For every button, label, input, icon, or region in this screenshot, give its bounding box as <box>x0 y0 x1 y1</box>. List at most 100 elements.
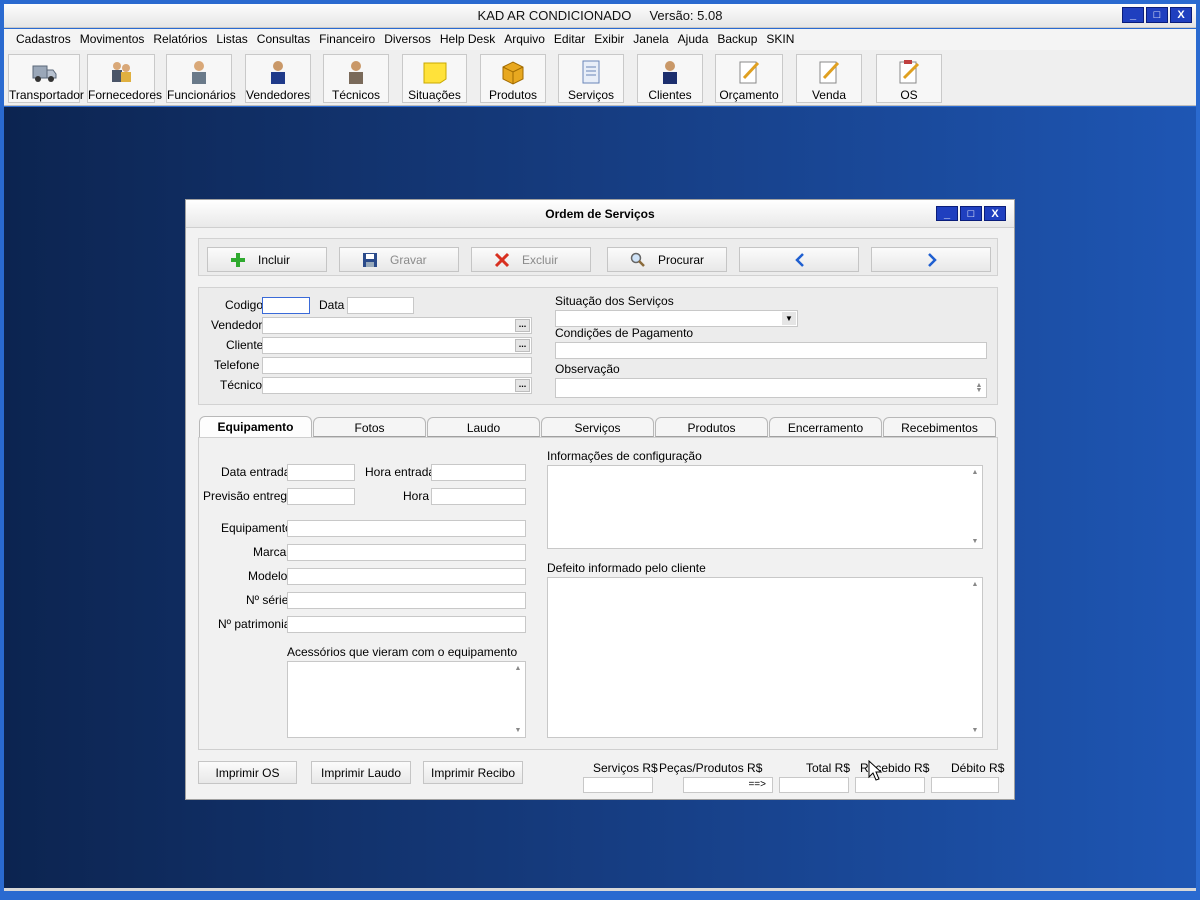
toolbar-venda[interactable]: Venda <box>796 54 862 103</box>
maximize-button[interactable]: □ <box>1146 7 1168 23</box>
header-panel: Codigo Data Vendedor ... Cliente ... Tel… <box>198 287 998 405</box>
chevron-down-icon[interactable]: ▼ <box>782 312 796 325</box>
menu-cadastros[interactable]: Cadastros <box>16 29 75 50</box>
acessorios-scrollbar[interactable]: ▲ ▼ <box>511 662 525 737</box>
toolbar-clientes[interactable]: Clientes <box>637 54 703 103</box>
toolbar-funcionarios[interactable]: Funcionários <box>166 54 236 103</box>
menu-movimentos[interactable]: Movimentos <box>80 29 149 50</box>
box-icon <box>502 61 524 85</box>
toolbar-tecnicos[interactable]: Técnicos <box>323 54 389 103</box>
vendedor-field[interactable]: ... <box>262 317 532 334</box>
imprimir-laudo-button[interactable]: Imprimir Laudo <box>311 761 411 784</box>
toolbar-fornecedores[interactable]: Fornecedores <box>87 54 163 103</box>
equipamento-field[interactable] <box>287 520 526 537</box>
minimize-button[interactable]: _ <box>1122 7 1144 23</box>
toolbar-os[interactable]: OS <box>876 54 942 103</box>
data-entrada-field[interactable] <box>287 464 355 481</box>
menu-janela[interactable]: Janela <box>633 29 672 50</box>
modelo-field[interactable] <box>287 568 526 585</box>
tab-equipamento[interactable]: Equipamento <box>199 416 312 438</box>
menu-ajuda[interactable]: Ajuda <box>678 29 713 50</box>
tab-laudo[interactable]: Laudo <box>427 417 540 437</box>
clipboard-icon <box>899 60 920 84</box>
tab-fotos[interactable]: Fotos <box>313 417 426 437</box>
toolbar-transportador[interactable]: Transportador <box>8 54 84 103</box>
situacao-select[interactable]: ▼ <box>555 310 798 327</box>
delete-x-icon <box>494 252 510 268</box>
n-patrimonial-field[interactable] <box>287 616 526 633</box>
menu-consultas[interactable]: Consultas <box>257 29 314 50</box>
codigo-field[interactable] <box>262 297 310 314</box>
toolbar-orcamento[interactable]: Orçamento <box>715 54 783 103</box>
imprimir-os-button[interactable]: Imprimir OS <box>198 761 297 784</box>
tecnico-lookup-button[interactable]: ... <box>515 379 530 392</box>
info-config-scrollbar[interactable]: ▲ ▼ <box>968 466 982 548</box>
arrow-indicator: ==> <box>748 779 766 790</box>
child-window-controls: _ □ X <box>936 206 1006 221</box>
marca-label: Marca <box>253 545 287 559</box>
child-title-bar: Ordem de Serviços _ □ X <box>186 200 1014 228</box>
defeito-textarea[interactable]: ▲ ▼ <box>547 577 983 738</box>
vendedor-lookup-button[interactable]: ... <box>515 319 530 332</box>
cliente-field[interactable]: ... <box>262 337 532 354</box>
total-field <box>779 777 849 793</box>
condicoes-field[interactable] <box>555 342 987 359</box>
child-close-button[interactable]: X <box>984 206 1006 221</box>
gravar-button[interactable]: Gravar <box>339 247 459 272</box>
menu-diversos[interactable]: Diversos <box>384 29 435 50</box>
tab-recebimentos[interactable]: Recebimentos <box>883 417 996 437</box>
observacao-field[interactable]: ▲ ▼ <box>555 378 987 398</box>
child-minimize-button[interactable]: _ <box>936 206 958 221</box>
procurar-button[interactable]: Procurar <box>607 247 727 272</box>
previous-record-button[interactable] <box>739 247 859 272</box>
data-field[interactable] <box>347 297 414 314</box>
recebido-field <box>855 777 925 793</box>
toolbar-label: Orçamento <box>719 88 779 102</box>
imprimir-recibo-button[interactable]: Imprimir Recibo <box>423 761 523 784</box>
app-title: KAD AR CONDICIONADO Versão: 5.08 <box>477 8 723 23</box>
equipamento-panel: Data entrada Hora entrada Previsão entre… <box>198 437 998 750</box>
menu-financeiro[interactable]: Financeiro <box>319 29 379 50</box>
toolbar-label: Produtos <box>488 88 538 102</box>
previsao-entrega-label: Previsão entrega <box>203 489 294 503</box>
hora-field[interactable] <box>431 488 526 505</box>
info-config-textarea[interactable]: ▲ ▼ <box>547 465 983 549</box>
menu-backup[interactable]: Backup <box>717 29 761 50</box>
tab-servicos[interactable]: Serviços <box>541 417 654 437</box>
toolbar-servicos[interactable]: Serviços <box>558 54 624 103</box>
excluir-button[interactable]: Excluir <box>471 247 591 272</box>
child-maximize-button[interactable]: □ <box>960 206 982 221</box>
cliente-label: Cliente <box>226 338 264 352</box>
menu-skin[interactable]: SKIN <box>766 29 798 50</box>
close-button[interactable]: X <box>1170 7 1192 23</box>
hora-label: Hora <box>403 489 430 503</box>
n-serie-field[interactable] <box>287 592 526 609</box>
acessorios-textarea[interactable]: ▲ ▼ <box>287 661 526 738</box>
toolbar-produtos[interactable]: Produtos <box>480 54 546 103</box>
menu-exibir[interactable]: Exibir <box>594 29 628 50</box>
incluir-button[interactable]: Incluir <box>207 247 327 272</box>
observacao-scrollbar[interactable]: ▲ ▼ <box>972 379 986 397</box>
cliente-lookup-button[interactable]: ... <box>515 339 530 352</box>
menu-arquivo[interactable]: Arquivo <box>504 29 549 50</box>
defeito-scrollbar[interactable]: ▲ ▼ <box>968 578 982 737</box>
telefone-field[interactable] <box>262 357 532 374</box>
tab-encerramento[interactable]: Encerramento <box>769 417 882 437</box>
technician-icon <box>349 61 363 84</box>
tab-produtos[interactable]: Produtos <box>655 417 768 437</box>
toolbar-label: Fornecedores <box>88 88 163 102</box>
menu-editar[interactable]: Editar <box>554 29 589 50</box>
tecnico-field[interactable]: ... <box>262 377 532 394</box>
menu-help-desk[interactable]: Help Desk <box>440 29 499 50</box>
debito-label: Débito R$ <box>951 761 1005 775</box>
toolbar-situacoes[interactable]: Situações <box>402 54 467 103</box>
hora-entrada-field[interactable] <box>431 464 526 481</box>
menu-relatorios[interactable]: Relatórios <box>153 29 211 50</box>
marca-field[interactable] <box>287 544 526 561</box>
menu-listas[interactable]: Listas <box>216 29 251 50</box>
next-record-button[interactable] <box>871 247 991 272</box>
toolbar-label: Vendedores <box>246 88 311 102</box>
toolbar-vendedores[interactable]: Vendedores <box>245 54 311 103</box>
previsao-entrega-field[interactable] <box>287 488 355 505</box>
data-entrada-label: Data entrada <box>221 465 291 479</box>
